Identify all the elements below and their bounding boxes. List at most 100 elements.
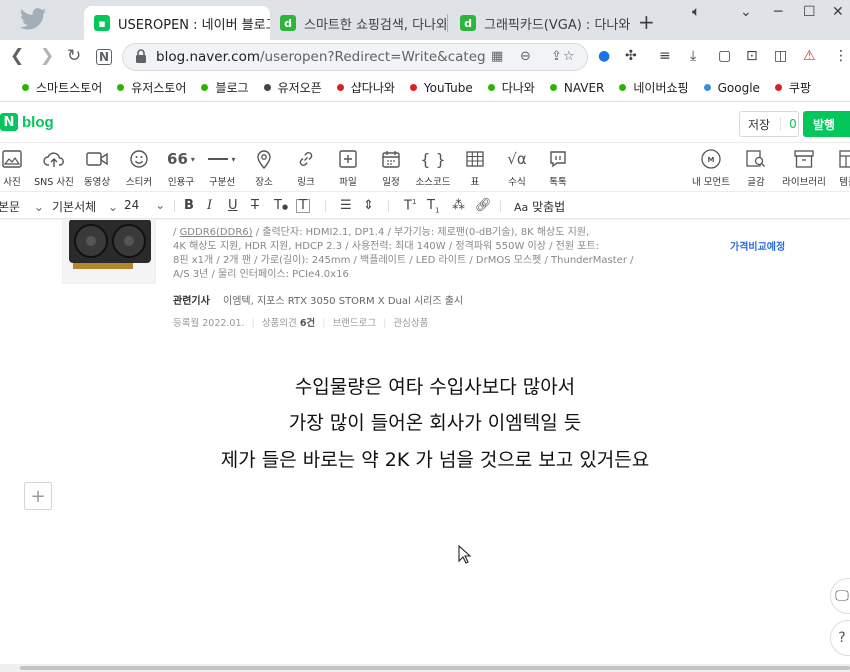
close-window-button[interactable]: ✕	[832, 4, 844, 20]
special-char-icon[interactable]: ⁂	[452, 198, 465, 213]
template-button[interactable]: 템플	[822, 148, 850, 188]
bookmark-smartstore[interactable]: 스마트스토어	[22, 79, 102, 96]
new-tab-button[interactable]: +	[638, 10, 655, 34]
address-bar[interactable]: blog.naver.com/useropen?Redirect=Write&c…	[122, 43, 588, 71]
bookmark-google[interactable]: Google	[703, 81, 760, 95]
volume-icon[interactable]: 🔈︎	[692, 4, 700, 20]
spellcheck-icon: Aa	[514, 201, 529, 214]
tool-label: 글감	[747, 177, 765, 188]
writing-material-button[interactable]: 글감	[730, 148, 782, 188]
map-pin-icon	[256, 148, 272, 170]
insert-talktalk-button[interactable]: 톡톡	[532, 148, 584, 188]
navigation-bar: ❮ ❯ ↻ N blog.naver.com/useropen?Redirect…	[0, 40, 850, 74]
toolbar-divider	[174, 200, 175, 212]
price-compare-link[interactable]: 가격비교예정	[730, 238, 785, 253]
paragraph-style-select[interactable]: 본문 ⌄	[0, 198, 44, 215]
quote-icon: 66 ▾	[167, 150, 195, 168]
tool-label: 수식	[508, 177, 526, 188]
bookmark-star-icon[interactable]: ☆	[563, 49, 575, 64]
bookmark-useropen[interactable]: 유저오픈	[263, 79, 322, 96]
tool-label: 사진	[3, 177, 21, 188]
qr-icon[interactable]: ▦	[491, 49, 503, 64]
share-icon[interactable]: ⇪	[551, 49, 562, 64]
body-paragraph[interactable]: 수입물량은 여타 수입사보다 많아서	[0, 372, 850, 399]
reload-icon[interactable]: ↻	[67, 46, 81, 66]
bookmark-danawa[interactable]: 다나와	[487, 79, 535, 96]
bookmark-shop-danawa[interactable]: 샵다나와	[336, 79, 395, 96]
download-icon[interactable]: ⤓	[690, 48, 696, 64]
menu-icon[interactable]: ⋮	[834, 48, 848, 64]
template-icon	[839, 148, 850, 170]
tab-useropen[interactable]: ▪ USEROPEN : 네이버 블로그 ✕	[84, 6, 270, 40]
chevron-down-icon[interactable]: ⌄	[740, 4, 752, 20]
library-box-icon	[794, 148, 814, 170]
spellcheck-button[interactable]: Aa 맞춤법	[514, 198, 565, 215]
line-spacing-icon[interactable]: ⇕	[363, 198, 374, 213]
font-color-button[interactable]: T●	[274, 198, 288, 213]
related-article[interactable]: 관련기사 이엠텍, 지포스 RTX 3050 STORM X Dual 시리즈 …	[173, 292, 463, 307]
bookmark-label: 네이버쇼핑	[633, 81, 689, 95]
capture-icon[interactable]: ▢	[718, 48, 731, 64]
underline-button[interactable]: U	[228, 198, 238, 213]
blog-logo[interactable]: N blog	[0, 113, 54, 131]
cloud-upload-icon	[43, 148, 65, 170]
highlight-button[interactable]: T	[296, 199, 310, 213]
table-icon	[466, 148, 484, 170]
bookmark-favicon-icon	[336, 84, 344, 91]
sidebar-icon[interactable]: ≡	[659, 48, 671, 64]
subscript-button[interactable]: T1	[427, 198, 439, 215]
browser-tab-strip: ▪ USEROPEN : 네이버 블로그 ✕ d 스마트한 쇼핑검색, 다나와!…	[0, 0, 850, 40]
superscript-button[interactable]: T1	[404, 198, 416, 213]
extension-icon[interactable]: ●	[598, 48, 610, 64]
url-text[interactable]: blog.naver.com/useropen?Redirect=Write&c…	[156, 49, 486, 65]
editor-canvas[interactable]: / GDDR6(DDR6) / 출력단자: HDMI2.1, DP1.4 / 부…	[0, 220, 850, 664]
bold-button[interactable]: B	[184, 198, 194, 213]
minimize-button[interactable]: ─	[774, 4, 782, 20]
registered-month: 등록월 2022.01.	[173, 318, 245, 329]
tab-danawa-search[interactable]: d 스마트한 쇼핑검색, 다나와!	[270, 6, 446, 40]
align-center-icon[interactable]: ☰	[340, 198, 352, 213]
bookmark-label: 다나와	[501, 81, 535, 95]
font-size-select[interactable]: 24 ⌄	[124, 198, 165, 212]
warning-icon[interactable]: ⚠	[803, 48, 816, 64]
bookmark-favicon-icon	[117, 84, 125, 91]
bookmark-blog[interactable]: 블로그	[201, 79, 249, 96]
maximize-button[interactable]: ☐	[803, 4, 816, 20]
interest-product-link[interactable]: 관심상품	[393, 318, 428, 329]
scrollbar-thumb[interactable]	[20, 666, 850, 670]
brand-log-link[interactable]: 브랜드로그	[332, 318, 376, 329]
bookmark-label: NAVER	[563, 80, 605, 95]
bookmark-coupang[interactable]: 쿠팡	[774, 79, 811, 96]
bookmark-youtube[interactable]: YouTube	[409, 81, 473, 95]
body-paragraph[interactable]: 가장 많이 들어온 회사가 이엠텍일 듯	[0, 408, 850, 435]
horizontal-scrollbar[interactable]	[0, 664, 850, 672]
screenshot-icon[interactable]: ⊡	[746, 48, 758, 64]
bookmark-label: 유저스토어	[131, 81, 187, 95]
tab-title: USEROPEN : 네이버 블로그	[118, 17, 270, 33]
link-icon[interactable]: 🔗︎	[475, 198, 492, 213]
add-component-button[interactable]: +	[24, 482, 52, 510]
bookmark-naver[interactable]: NAVER	[549, 80, 605, 95]
zoom-icon[interactable]: ⊖	[520, 49, 531, 64]
related-title[interactable]: 이엠텍, 지포스 RTX 3050 STORM X Dual 시리즈 출시	[223, 296, 463, 307]
bookmark-naver-shopping[interactable]: 네이버쇼핑	[619, 79, 689, 96]
publish-button[interactable]: 발행	[803, 111, 850, 137]
save-button[interactable]: 저장 0	[739, 111, 799, 137]
italic-button[interactable]: I	[207, 198, 212, 213]
bookmark-userstore[interactable]: 유저스토어	[117, 79, 186, 96]
split-view-icon[interactable]: ◫	[774, 48, 787, 64]
puzzle-icon[interactable]: ✣	[625, 48, 637, 64]
forward-icon[interactable]: ❯	[40, 46, 54, 66]
danawa-icon: d	[280, 15, 296, 31]
back-icon[interactable]: ❮	[10, 46, 24, 66]
tab-danawa-vga[interactable]: d 그래픽카드(VGA) : 다나와 가	[450, 6, 630, 40]
save-count[interactable]: 0	[780, 117, 797, 131]
strikethrough-button[interactable]: T	[251, 198, 259, 213]
body-paragraph[interactable]: 제가 들은 바로는 약 2K 가 넘을 것으로 보고 있거든요	[0, 445, 850, 472]
code-braces-icon: { }	[420, 149, 446, 169]
help-button[interactable]: ?	[830, 620, 850, 656]
font-family-select[interactable]: 기본서체 ⌄	[52, 198, 118, 215]
blog-wordmark: blog	[22, 113, 54, 131]
preview-monitor-button[interactable]: 🖵︎	[830, 578, 850, 614]
naver-whale-icon[interactable]: N	[96, 49, 113, 65]
